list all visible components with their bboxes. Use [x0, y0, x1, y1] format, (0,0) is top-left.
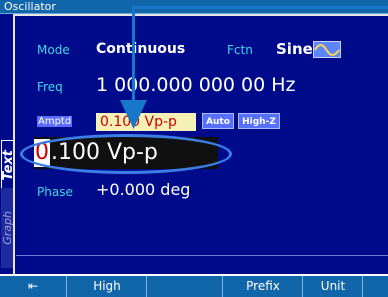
phase-value[interactable]: +0.000 deg [96, 180, 190, 199]
softkey-unit[interactable]: Unit [302, 276, 363, 297]
mode-value[interactable]: Continuous [96, 41, 185, 57]
freq-label: Freq [37, 80, 63, 94]
highlight-ellipse [20, 134, 232, 174]
window-title: Oscillator [4, 0, 56, 13]
function-label: Fctn [227, 43, 253, 57]
mode-label: Mode [37, 43, 70, 57]
softkey-bar: ⇤ High Prefix Unit [0, 276, 388, 297]
auto-badge[interactable]: Auto [202, 113, 234, 129]
annotation-arrowhead-icon [120, 100, 147, 129]
oscillator-screen: Oscillator Text Graph Mode Continuous Fc… [0, 0, 388, 297]
freq-value[interactable]: 1 000.000 000 00 Hz [96, 74, 296, 96]
phase-label: Phase [37, 185, 73, 199]
sine-wave-icon [313, 41, 341, 58]
softkey-high[interactable]: High [66, 276, 147, 297]
function-value[interactable]: Sine [276, 40, 313, 58]
softkey-prefix[interactable]: Prefix [222, 276, 303, 297]
annotation-arrow-line [132, 6, 388, 9]
softkey-blank-1[interactable] [146, 276, 223, 297]
high-z-badge[interactable]: High-Z [238, 113, 280, 129]
softkey-blank-2[interactable] [362, 276, 388, 297]
softkey-back[interactable]: ⇤ [0, 276, 66, 297]
panel-bottom-divider [16, 255, 388, 256]
amptd-label: Amptd [37, 116, 73, 127]
annotation-arrow-shaft [132, 6, 135, 106]
